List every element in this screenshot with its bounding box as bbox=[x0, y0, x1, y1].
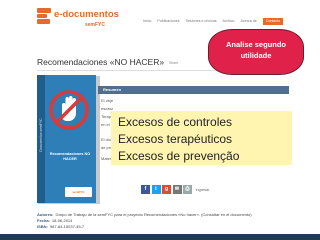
nav-item-inicio[interactable]: Inicio bbox=[143, 19, 151, 23]
logo-title: e-documentos bbox=[54, 9, 119, 20]
meta-date: Fecha: 18-06-2014 bbox=[37, 218, 72, 223]
twitter-icon[interactable]: t bbox=[151, 185, 161, 194]
analise-line-1: Analise segundo bbox=[225, 40, 286, 49]
meta-isbn-value: 987-84-15037-45-7 bbox=[49, 224, 85, 229]
nav-item-contacto[interactable]: Contacto bbox=[262, 17, 284, 25]
meta-authors-value: Grupo de Trabajo de la semFYC para el pr… bbox=[55, 212, 252, 217]
google-plus-icon[interactable]: g bbox=[162, 185, 171, 194]
meta-date-label: Fecha: bbox=[37, 218, 50, 223]
meta-isbn-label: ISBN: bbox=[37, 224, 48, 229]
page-title-text: Recomendaciones «NO HACER» bbox=[37, 57, 165, 67]
site-logo[interactable]: e-documentos semFYC bbox=[37, 6, 127, 36]
nav-item-publicaciones[interactable]: Publicaciones bbox=[157, 19, 179, 23]
book-spine: Documentos semFYC bbox=[37, 75, 45, 203]
callout-line-controles: Excesos de controles bbox=[118, 115, 233, 129]
print-icon[interactable]: ⎙ bbox=[183, 185, 192, 194]
callout-line-prevencao: Excesos de prevenção bbox=[118, 149, 240, 163]
meta-authors: Autores: Grupo de Trabajo de la semFYC pa… bbox=[37, 212, 252, 217]
facebook-icon[interactable]: f bbox=[141, 185, 150, 194]
material-label: Mater bbox=[101, 156, 112, 161]
callout-line-terapeuticos: Excesos terapéuticos bbox=[118, 132, 233, 146]
book-brand-logo: semFYC bbox=[65, 187, 92, 197]
book-spine-text: Documentos semFYC bbox=[39, 118, 43, 152]
taskbar bbox=[0, 234, 320, 240]
resumen-header[interactable] bbox=[98, 86, 289, 94]
nav-item-acerca[interactable]: Acerca de bbox=[241, 19, 257, 23]
meta-authors-label: Autores: bbox=[37, 212, 54, 217]
meta-date-value: 18-06-2014 bbox=[51, 218, 73, 223]
ingresar-link[interactable]: Ingresar bbox=[196, 188, 210, 192]
top-nav: Inicio Publicaciones Sesiones e-clínicas… bbox=[143, 16, 284, 26]
logo-icon bbox=[37, 8, 51, 26]
nav-item-sesiones[interactable]: Sesiones e-clínicas bbox=[186, 19, 217, 23]
logo-subtitle: semFYC bbox=[85, 22, 106, 28]
meta-isbn: ISBN: 987-84-15037-45-7 bbox=[37, 224, 84, 229]
stop-hand-icon bbox=[49, 90, 89, 130]
book-cover[interactable]: Documentos semFYC Recomendaciones NO HAC… bbox=[37, 75, 96, 203]
page-title: Recomendaciones «NO HACER» Share bbox=[37, 57, 178, 67]
share-buttons: f t g ✉ ⎙ Ingresar bbox=[141, 185, 209, 194]
book-title: Recomendaciones NO HACER bbox=[49, 152, 91, 162]
mail-icon[interactable]: ✉ bbox=[172, 185, 182, 194]
share-link[interactable]: Share bbox=[169, 61, 178, 65]
resumen-line: El obje bbox=[101, 99, 113, 103]
nav-item-archivo[interactable]: Archivo bbox=[223, 19, 235, 23]
analise-badge: Analise segundo utilidade bbox=[208, 29, 304, 75]
analise-line-2: utilidade bbox=[240, 51, 272, 60]
resumen-label: Resumen bbox=[103, 87, 122, 92]
